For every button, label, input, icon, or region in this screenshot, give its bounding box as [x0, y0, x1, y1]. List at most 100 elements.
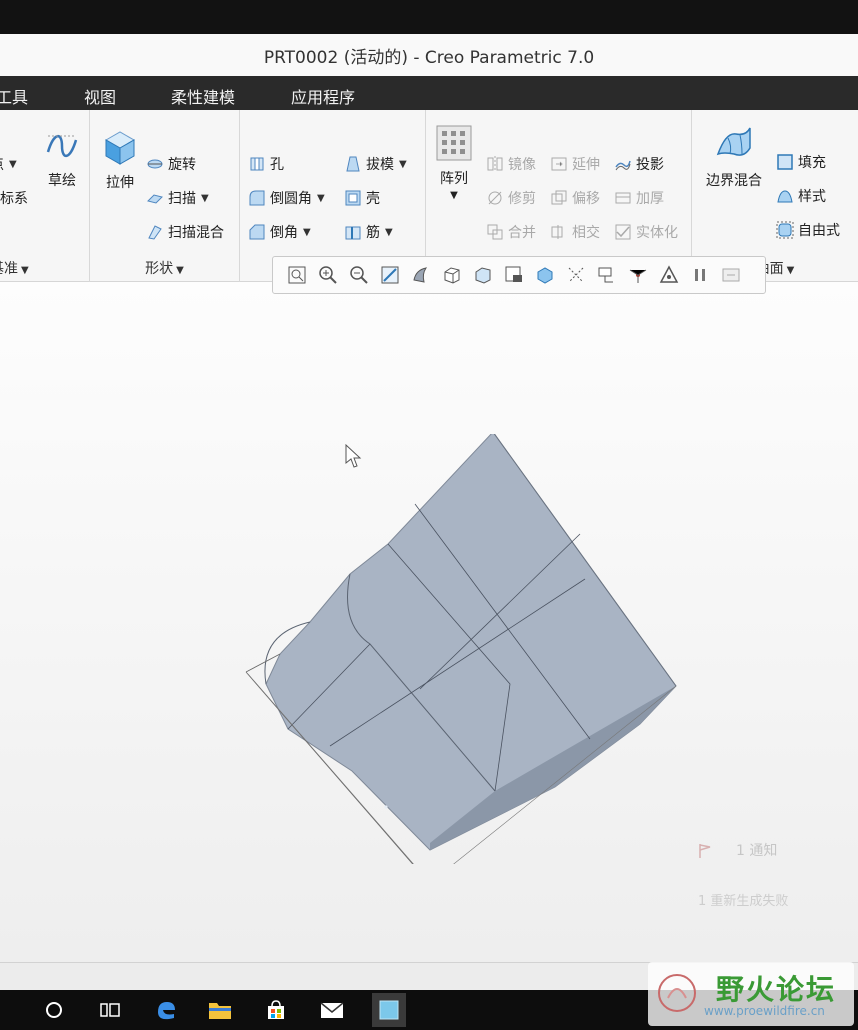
- round-icon: [249, 190, 265, 206]
- merge-button[interactable]: 合并: [486, 222, 536, 242]
- repaint-button[interactable]: [374, 261, 405, 289]
- point-button[interactable]: 点▼: [0, 154, 17, 174]
- round-button[interactable]: 倒圆角 ▼: [248, 188, 325, 208]
- zoom-in-icon: [318, 266, 337, 284]
- shapes-group-label: 形状 ▼: [145, 261, 184, 277]
- extrude-icon: [104, 131, 136, 165]
- point-label: 点: [0, 154, 4, 174]
- flag-icon: [699, 844, 711, 858]
- mail-button[interactable]: [318, 996, 346, 1024]
- model-tree-view-button[interactable]: [653, 261, 684, 289]
- appearance-button[interactable]: [529, 261, 560, 289]
- zoom-in-button[interactable]: [312, 261, 343, 289]
- watermark-url: www.proewildfire.cn: [704, 1004, 825, 1018]
- rib-button[interactable]: 筋 ▼: [344, 222, 393, 242]
- coordinate-system-button[interactable]: 坐标系: [0, 188, 28, 208]
- pause-icon: [694, 269, 705, 281]
- datum-display-button[interactable]: [560, 261, 591, 289]
- solidify-button[interactable]: 实体化: [614, 222, 678, 242]
- swept-blend-button[interactable]: 扫描混合: [146, 222, 224, 242]
- draft-icon: [346, 156, 360, 172]
- chamfer-icon: [249, 224, 265, 240]
- creo-window: PRT0002 (活动的) - Creo Parametric 7.0 工具 视…: [0, 34, 858, 990]
- shapes-group: 拉伸 旋转 扫描 ▼ 扫描混合 形状 ▼: [90, 110, 240, 282]
- ribbon-tabs: 工具 视图 柔性建模 应用程序: [0, 76, 858, 110]
- annotation-display-icon: [598, 267, 613, 283]
- view-manager-icon: [475, 267, 490, 284]
- trim-button[interactable]: 修剪: [486, 188, 536, 208]
- cortana-button[interactable]: [40, 996, 68, 1024]
- intersect-button[interactable]: 相交: [550, 222, 600, 242]
- rib-icon: [345, 226, 361, 240]
- mirror-button[interactable]: 镜像: [486, 154, 536, 174]
- extrude-button[interactable]: 拉伸: [96, 126, 144, 192]
- datum-group: 点▼ 坐标系 草绘 基准▼: [0, 110, 90, 282]
- shell-button[interactable]: 壳: [344, 188, 380, 208]
- intersect-icon: [551, 225, 563, 239]
- extend-button[interactable]: 延伸: [550, 154, 600, 174]
- sweep-button[interactable]: 扫描 ▼: [146, 188, 209, 208]
- store-button[interactable]: [262, 996, 290, 1024]
- offset-button[interactable]: 偏移: [550, 188, 600, 208]
- thicken-icon: [615, 192, 631, 204]
- project-button[interactable]: 投影: [614, 154, 664, 174]
- freestyle-button[interactable]: 自由式: [776, 220, 840, 240]
- saved-orientations-button[interactable]: [436, 261, 467, 289]
- hole-icon: [250, 157, 264, 171]
- boundary-blend-button[interactable]: 边界混合: [698, 124, 770, 190]
- swept-blend-icon: [148, 225, 162, 240]
- saved-orientations-icon: [444, 267, 459, 284]
- appearance-icon: [537, 267, 552, 284]
- model-body: [265, 434, 677, 851]
- hole-button[interactable]: 孔: [248, 154, 284, 174]
- extend-icon: [551, 157, 567, 171]
- 3d-part-model[interactable]: [240, 434, 690, 864]
- fill-button[interactable]: 填充: [776, 152, 826, 172]
- chamfer-button[interactable]: 倒角 ▼: [248, 222, 311, 242]
- watermark-title: 野火论坛: [716, 973, 837, 1006]
- pattern-button[interactable]: 阵列 ▼: [432, 124, 476, 201]
- revolve-button[interactable]: 旋转: [146, 154, 196, 174]
- tab-applications[interactable]: 应用程序: [291, 84, 355, 108]
- datum-display-icon: [568, 267, 583, 283]
- boundary-blend-label: 边界混合: [706, 173, 762, 189]
- display-style-icon: [412, 267, 427, 283]
- task-view-button[interactable]: [96, 996, 124, 1024]
- monitor-bezel: [0, 0, 858, 36]
- forum-watermark: 野火论坛 www.proewildfire.cn: [648, 962, 854, 1026]
- thicken-button[interactable]: 加厚: [614, 188, 664, 208]
- shell-icon: [345, 190, 361, 206]
- pause-button[interactable]: [684, 261, 715, 289]
- zoom-out-icon: [349, 266, 368, 284]
- mail-icon: [320, 1002, 344, 1018]
- draft-button[interactable]: 拔模 ▼: [344, 154, 407, 174]
- trim-icon: [488, 191, 502, 205]
- tab-view[interactable]: 视图: [84, 84, 116, 108]
- refit-icon: [288, 266, 305, 284]
- file-explorer-button[interactable]: [206, 996, 234, 1024]
- cortana-icon: [46, 1002, 62, 1018]
- zoom-out-button[interactable]: [343, 261, 374, 289]
- edge-browser-button[interactable]: [152, 996, 180, 1024]
- spin-center-button[interactable]: [622, 261, 653, 289]
- project-icon: [615, 160, 631, 171]
- annotation-display-button[interactable]: [591, 261, 622, 289]
- view-manager-button[interactable]: [467, 261, 498, 289]
- refit-button[interactable]: [281, 261, 312, 289]
- solidify-icon: [615, 224, 631, 240]
- spin-center-icon: [629, 269, 646, 283]
- notification-center[interactable]: 1 通知: [698, 840, 777, 860]
- tab-tools[interactable]: 工具: [0, 84, 28, 108]
- perspective-view-button[interactable]: [498, 261, 529, 289]
- regenerate-button[interactable]: [715, 261, 746, 289]
- sketch-button[interactable]: 草绘: [38, 128, 86, 190]
- tab-flexible-modeling[interactable]: 柔性建模: [171, 84, 235, 108]
- style-button[interactable]: 样式: [776, 186, 826, 206]
- display-style-button[interactable]: [405, 261, 436, 289]
- datum-group-label: 基准▼: [0, 261, 29, 277]
- creo-taskbar-button[interactable]: [372, 993, 406, 1027]
- fill-icon: [777, 154, 793, 170]
- task-view-icon: [100, 1003, 120, 1017]
- pattern-label: 阵列: [440, 171, 468, 187]
- boundary-blend-icon: [716, 127, 751, 156]
